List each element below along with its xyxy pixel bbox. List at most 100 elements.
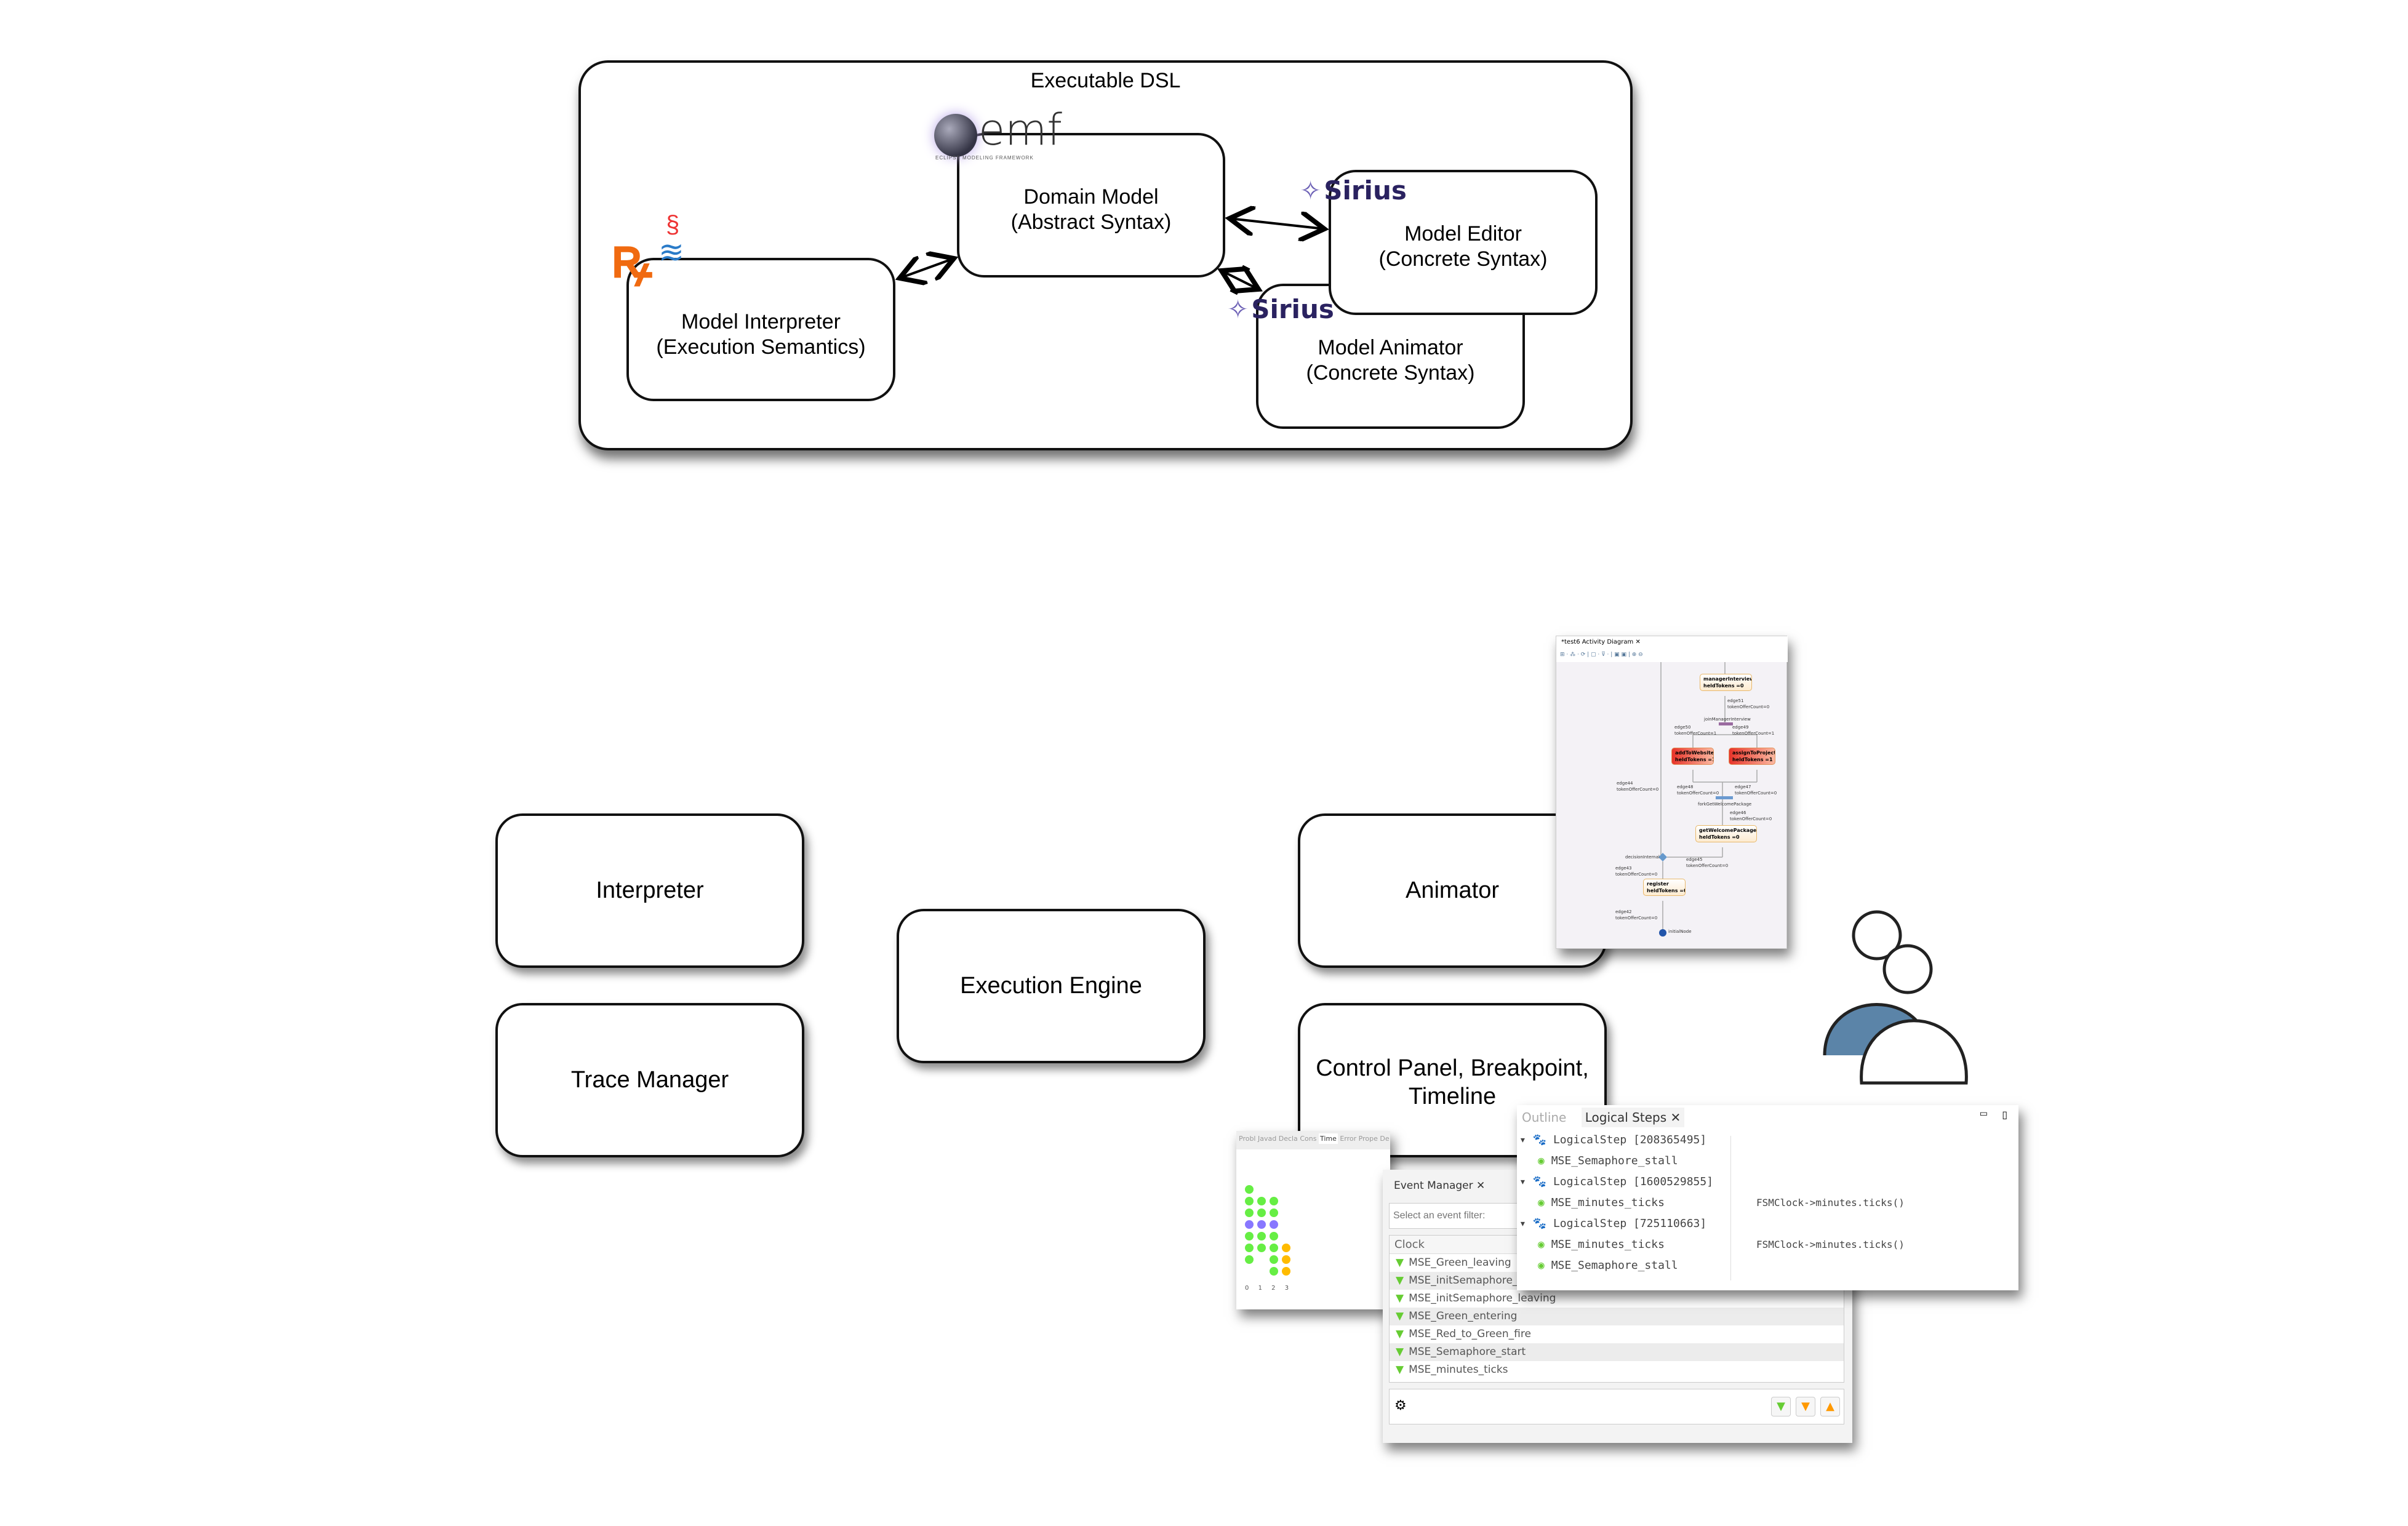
tab-outline[interactable]: Outline <box>1522 1110 1566 1125</box>
model-interpreter-box: Model Interpreter (Execution Semantics) <box>626 258 895 401</box>
expand-icon[interactable]: ▾ <box>1519 1133 1533 1146</box>
minimize-icon[interactable]: ▭ <box>1980 1109 1988 1119</box>
timeline-dot[interactable] <box>1282 1255 1290 1264</box>
model-animator-title: Model Animator <box>1318 336 1463 359</box>
node-name: managerInterview <box>1703 676 1752 682</box>
join-bar <box>1719 722 1733 725</box>
row-detail: FSMClock->minutes.ticks() <box>1756 1197 1905 1208</box>
tab-declaration[interactable]: Decla <box>1279 1135 1298 1143</box>
initial-label: initialNode <box>1668 929 1692 934</box>
timeline-panel: Probl Javad Decla Cons Time Error Prope … <box>1236 1131 1390 1309</box>
step-down-button[interactable]: ▼ <box>1796 1397 1815 1416</box>
step-up-button[interactable]: ▲ <box>1820 1397 1840 1416</box>
timeline-dot[interactable] <box>1270 1232 1278 1240</box>
timeline-dot[interactable] <box>1257 1232 1266 1240</box>
eye-icon: ◉ <box>1538 1238 1545 1251</box>
event-arrow-icon: ▼ <box>1396 1328 1404 1340</box>
model-interpreter-title: Model Interpreter <box>681 310 841 334</box>
logical-step-row[interactable]: ▾ 🐾 LogicalStep [208365495] <box>1519 1130 2018 1151</box>
timeline-dot[interactable] <box>1282 1244 1290 1252</box>
tab-problems[interactable]: Probl <box>1239 1135 1256 1143</box>
emf-globe-icon <box>934 114 977 157</box>
timeline-dot[interactable] <box>1257 1244 1266 1252</box>
node-get-welcome-package[interactable]: getWelcomePackage heldTokens =0 <box>1695 825 1757 842</box>
node-name: getWelcomePackage <box>1699 828 1757 833</box>
timeline-dot[interactable] <box>1245 1232 1254 1240</box>
java-logo-icon: § ≋ <box>658 211 684 270</box>
edge-label: edge48 tokenOfferCount=0 <box>1677 785 1719 796</box>
timeline-dot[interactable] <box>1270 1208 1278 1217</box>
sirius-star-icon: ✧ <box>1227 294 1249 324</box>
timeline-dot[interactable] <box>1245 1185 1254 1194</box>
row-label: LogicalStep [208365495] <box>1553 1133 1707 1146</box>
edge-label: edge45 tokenOfferCount=0 <box>1686 857 1729 868</box>
expand-icon[interactable]: ▾ <box>1519 1217 1533 1230</box>
timeline-dot[interactable] <box>1270 1220 1278 1229</box>
eye-icon: ◉ <box>1538 1154 1545 1167</box>
tab-javadoc[interactable]: Javad <box>1258 1135 1276 1143</box>
logical-steps-tab-bar: Outline Logical Steps ✕ ▭ ▯ <box>1517 1105 2018 1130</box>
row-label: LogicalStep [725110663] <box>1553 1217 1707 1230</box>
logical-steps-tree[interactable]: ▾ 🐾 LogicalStep [208365495] ◉ MSE_Semapho… <box>1517 1130 2018 1276</box>
timeline-dot[interactable] <box>1245 1208 1254 1217</box>
timeline-dot[interactable] <box>1270 1255 1278 1264</box>
tab-debug[interactable]: De <box>1380 1135 1389 1143</box>
sirius-logo-animator: ✧Sirius <box>1227 294 1334 324</box>
activity-diagram-screenshot: *test6 Activity Diagram ✕ ⊞ · ⁂ · ⟳ | ▢ … <box>1556 636 1788 949</box>
timeline-dot[interactable] <box>1257 1208 1266 1217</box>
model-editor-title: Model Editor <box>1404 222 1522 246</box>
timeline-dot[interactable] <box>1270 1244 1278 1252</box>
timeline-dot[interactable] <box>1245 1197 1254 1205</box>
timeline-dot[interactable] <box>1245 1255 1254 1264</box>
node-register[interactable]: register heldTokens =0 <box>1643 879 1686 896</box>
tab-properties[interactable]: Prope <box>1359 1135 1378 1143</box>
event-name: MSE_Green_leaving <box>1409 1256 1511 1269</box>
timeline-dot[interactable] <box>1245 1244 1254 1252</box>
timeline-dot[interactable] <box>1270 1197 1278 1205</box>
timeline-dot[interactable] <box>1257 1220 1266 1229</box>
event-row[interactable]: ▼ MSE_Red_to_Green_fire <box>1390 1325 1844 1343</box>
node-tokens: heldTokens =0 <box>1647 888 1686 893</box>
timeline-dot[interactable] <box>1257 1197 1266 1205</box>
maximize-icon[interactable]: ▯ <box>2002 1109 2007 1121</box>
timeline-dot[interactable] <box>1270 1267 1278 1276</box>
node-add-to-website[interactable]: addToWebsite heldTokens =1 <box>1671 748 1714 765</box>
event-row[interactable]: ▼ MSE_Semaphore_start <box>1390 1343 1844 1361</box>
tab-timeline[interactable]: Time <box>1318 1133 1338 1144</box>
row-label: MSE_minutes_ticks <box>1551 1196 1665 1209</box>
mse-row[interactable]: ◉ MSE_Semaphore_stall <box>1519 1151 2018 1172</box>
edge-label: edge43 tokenOfferCount=0 <box>1615 866 1658 877</box>
mse-row[interactable]: ◉ MSE_minutes_ticks FSMClock->minutes.tic… <box>1519 1234 2018 1255</box>
event-row[interactable]: ▼ MSE_minutes_ticks <box>1390 1361 1844 1379</box>
logical-step-row[interactable]: ▾ 🐾 LogicalStep [725110663] <box>1519 1213 2018 1234</box>
arrow-interpreter-domain <box>900 258 954 278</box>
node-tokens: heldTokens =0 <box>1699 834 1740 840</box>
gear-icon[interactable]: ⚙ <box>1394 1398 1407 1413</box>
step-green-button[interactable]: ▼ <box>1771 1397 1791 1416</box>
sirius-text: Sirius <box>1324 175 1407 206</box>
expand-icon[interactable]: ▾ <box>1519 1175 1533 1188</box>
timeline-dot[interactable] <box>1245 1220 1254 1229</box>
model-editor-subtitle: (Concrete Syntax) <box>1378 247 1548 271</box>
timeline-dot[interactable] <box>1282 1267 1290 1276</box>
emf-logo-subtitle: ECLIPSE MODELING FRAMEWORK <box>935 155 1034 161</box>
tab-logical-steps-label: Logical Steps <box>1585 1110 1667 1125</box>
tab-logical-steps[interactable]: Logical Steps ✕ <box>1581 1108 1685 1127</box>
event-manager-tab-label: Event Manager <box>1394 1180 1473 1192</box>
execution-engine-label: Execution Engine <box>960 972 1142 999</box>
node-assign-to-project[interactable]: assignToProject heldTokens =1 <box>1729 748 1775 765</box>
tab-console[interactable]: Cons <box>1300 1135 1316 1143</box>
node-manager-interview[interactable]: managerInterview heldTokens =0 <box>1700 674 1752 691</box>
kermeta-logo-icon: ꝶ <box>610 228 652 289</box>
paw-icon: 🐾 <box>1532 1217 1547 1230</box>
mse-row[interactable]: ◉ MSE_Semaphore_stall <box>1519 1255 2018 1276</box>
trace-manager-label: Trace Manager <box>570 1066 729 1093</box>
event-row[interactable]: ▼ MSE_Green_entering <box>1390 1308 1844 1325</box>
node-tokens: heldTokens =0 <box>1703 683 1744 689</box>
event-row[interactable]: ▼ MSE_initSemaphore_leaving <box>1390 1290 1844 1308</box>
control-panel-label: Control Panel, Breakpoint, Timeline <box>1316 1055 1589 1109</box>
tab-error[interactable]: Error <box>1340 1135 1356 1143</box>
domain-model-title: Domain Model <box>1023 185 1159 209</box>
mse-row[interactable]: ◉ MSE_minutes_ticks FSMClock->minutes.tic… <box>1519 1192 2018 1213</box>
logical-step-row[interactable]: ▾ 🐾 LogicalStep [1600529855] <box>1519 1172 2018 1192</box>
